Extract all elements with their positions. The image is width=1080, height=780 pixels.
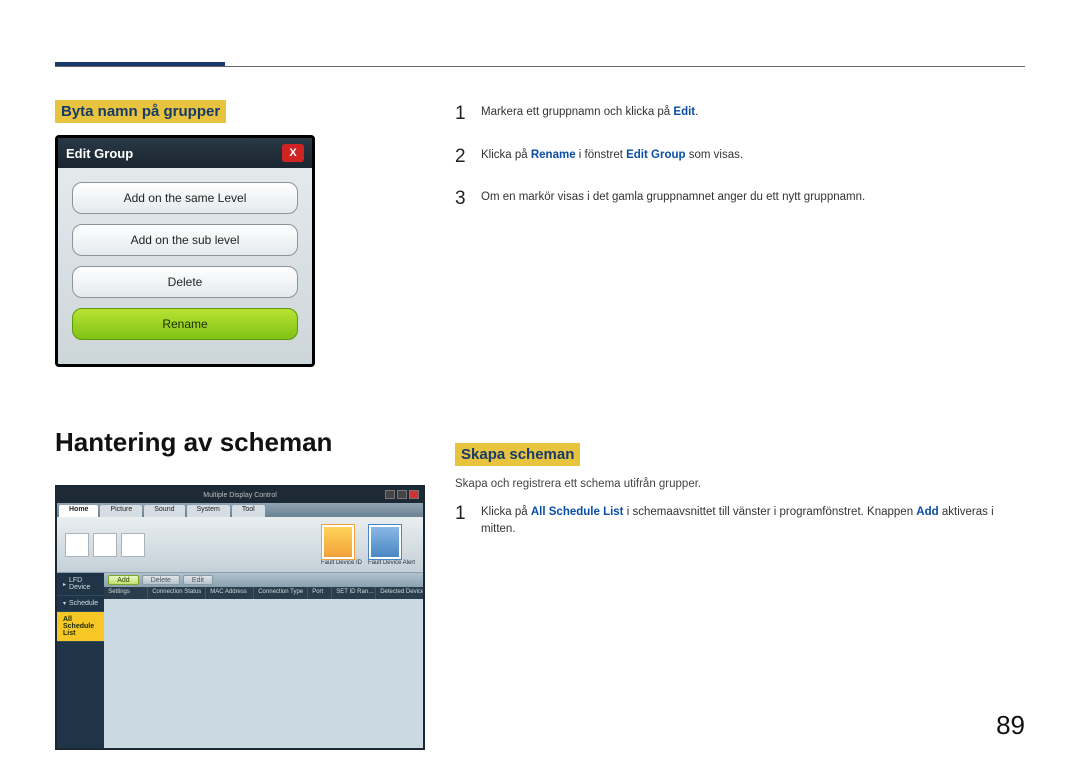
dialog-title: Edit Group: [66, 146, 133, 161]
page-number: 89: [996, 710, 1025, 741]
col-port[interactable]: Port: [308, 587, 332, 599]
rename-steps: 1 Markera ett gruppnamn och klicka på Ed…: [455, 100, 1025, 214]
mdc-main: Add Delete Edit Settings Connection Stat…: [104, 573, 425, 748]
right-column: 1 Markera ett gruppnamn och klicka på Ed…: [455, 100, 1025, 750]
step-number: 3: [455, 185, 469, 214]
tab-system[interactable]: System: [187, 505, 230, 517]
fault-device-alert-icon: [368, 524, 402, 560]
add-same-level-button[interactable]: Add on the same Level: [72, 182, 298, 214]
edit-group-dialog: Edit Group X Add on the same Level Add o…: [55, 135, 315, 367]
heading-create-schedules: Skapa scheman: [455, 443, 580, 466]
add-sub-level-button[interactable]: Add on the sub level: [72, 224, 298, 256]
keyword-edit-group: Edit Group: [626, 149, 685, 161]
tab-sound[interactable]: Sound: [144, 505, 184, 517]
sidebar-item-lfd-device[interactable]: LFD Device: [57, 573, 104, 596]
text: i schemaavsnittet till vänster i program…: [624, 506, 917, 518]
window-controls: [385, 490, 419, 499]
mdc-screenshot: Multiple Display Control Home Picture So…: [55, 485, 425, 750]
header-divider: [55, 66, 1025, 67]
step-number: 1: [455, 100, 469, 129]
sidebar-label: LFD Device: [69, 577, 98, 591]
delete-button[interactable]: Delete: [142, 575, 180, 585]
delete-button[interactable]: Delete: [72, 266, 298, 298]
mdc-sidebar: LFD Device Schedule All Schedule List: [57, 573, 104, 748]
mdc-toolbar: Add Delete Edit: [104, 573, 425, 587]
fault-device-id-label: Fault Device ID: [321, 560, 362, 566]
mdc-title-text: Multiple Display Control: [203, 492, 277, 499]
col-set-id[interactable]: SET ID Ran…: [332, 587, 376, 599]
tab-home[interactable]: Home: [59, 505, 98, 517]
ribbon-group-left: [65, 533, 145, 557]
sidebar-label: Schedule: [69, 600, 98, 607]
mdc-table-body: [104, 599, 425, 748]
col-connection-type[interactable]: Connection Type: [254, 587, 308, 599]
heading-rename-groups: Byta namn på grupper: [55, 100, 226, 123]
step-number: 1: [455, 500, 469, 539]
rename-button[interactable]: Rename: [72, 308, 298, 340]
maximize-icon[interactable]: [397, 490, 407, 499]
keyword-rename: Rename: [531, 149, 576, 161]
mdc-ribbon-tabs: Home Picture Sound System Tool: [57, 503, 423, 517]
text: i fönstret: [576, 149, 627, 161]
ribbon-fault-alert[interactable]: Fault Device Alert: [368, 524, 415, 566]
ribbon-button[interactable]: [93, 533, 117, 557]
col-mac-address[interactable]: MAC Address: [206, 587, 254, 599]
step-text: Markera ett gruppnamn och klicka på Edit…: [481, 100, 698, 129]
keyword-all-schedule-list: All Schedule List: [531, 506, 624, 518]
keyword-edit: Edit: [673, 106, 695, 118]
step-3: 3 Om en markör visas i det gamla gruppna…: [455, 185, 1025, 214]
edit-button[interactable]: Edit: [183, 575, 213, 585]
fault-device-id-icon: [321, 524, 355, 560]
step-text: Om en markör visas i det gamla gruppnamn…: [481, 185, 865, 214]
heading-schedule-management: Hantering av scheman: [55, 427, 425, 467]
minimize-icon[interactable]: [385, 490, 395, 499]
tab-tool[interactable]: Tool: [232, 505, 265, 517]
fault-device-alert-label: Fault Device Alert: [368, 560, 415, 566]
step-2: 2 Klicka på Rename i fönstret Edit Group…: [455, 143, 1025, 172]
text: Markera ett gruppnamn och klicka på: [481, 106, 673, 118]
ribbon-button[interactable]: [65, 533, 89, 557]
col-connection-status[interactable]: Connection Status: [148, 587, 206, 599]
dialog-body: Add on the same Level Add on the sub lev…: [58, 168, 312, 364]
step-1: 1 Klicka på All Schedule List i schemaav…: [455, 500, 1025, 539]
ribbon-button[interactable]: [121, 533, 145, 557]
mdc-window-title: Multiple Display Control: [57, 487, 423, 503]
step-1: 1 Markera ett gruppnamn och klicka på Ed…: [455, 100, 1025, 129]
sidebar-item-schedule[interactable]: Schedule: [57, 596, 104, 612]
chevron-right-icon: [63, 581, 66, 588]
left-column: Byta namn på grupper Edit Group X Add on…: [55, 100, 425, 750]
text: som visas.: [686, 149, 744, 161]
text: .: [695, 106, 698, 118]
create-schedule-steps: 1 Klicka på All Schedule List i schemaav…: [455, 500, 1025, 539]
create-schedule-intro: Skapa och registrera ett schema utifrån …: [455, 478, 1025, 490]
keyword-add: Add: [916, 506, 938, 518]
mdc-body: LFD Device Schedule All Schedule List Ad…: [57, 573, 423, 748]
col-detected-devices[interactable]: Detected Devices: [376, 587, 425, 599]
chevron-down-icon: [63, 600, 66, 607]
text: Klicka på: [481, 149, 531, 161]
tab-picture[interactable]: Picture: [100, 505, 142, 517]
step-text: Klicka på Rename i fönstret Edit Group s…: [481, 143, 743, 172]
mdc-ribbon: Fault Device ID Fault Device Alert: [57, 517, 423, 573]
step-text: Klicka på All Schedule List i schemaavsn…: [481, 500, 1025, 539]
add-button[interactable]: Add: [108, 575, 138, 585]
page-content: Byta namn på grupper Edit Group X Add on…: [0, 0, 1080, 780]
ribbon-fault-id[interactable]: Fault Device ID: [321, 524, 362, 566]
dialog-titlebar: Edit Group X: [58, 138, 312, 168]
mdc-table-header: Settings Connection Status MAC Address C…: [104, 587, 425, 599]
step-number: 2: [455, 143, 469, 172]
close-icon[interactable]: X: [282, 144, 304, 162]
text: Klicka på: [481, 506, 531, 518]
sidebar-item-all-schedule-list[interactable]: All Schedule List: [57, 612, 104, 642]
sidebar-label: All Schedule List: [63, 616, 98, 637]
col-settings[interactable]: Settings: [104, 587, 148, 599]
close-window-icon[interactable]: [409, 490, 419, 499]
